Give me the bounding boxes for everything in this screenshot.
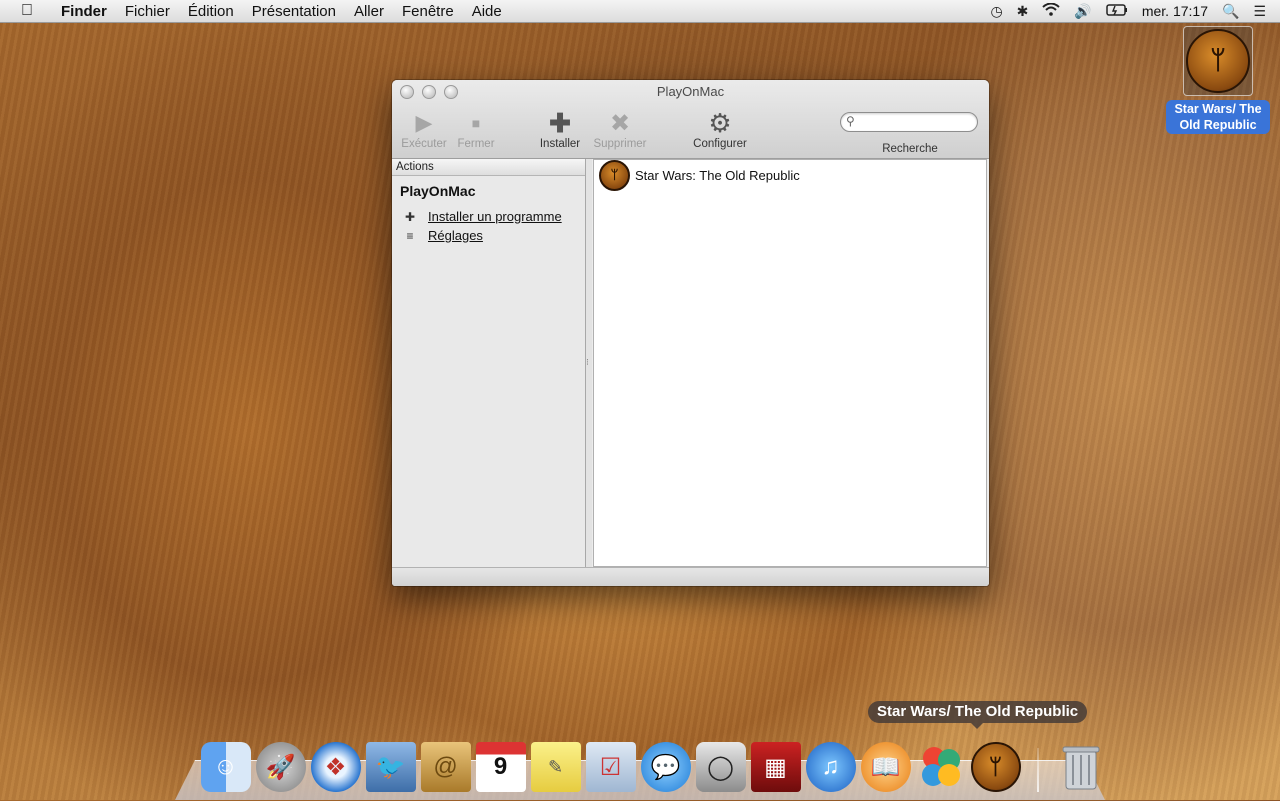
stop-icon: ■	[471, 115, 481, 131]
desktop-icon-image: ᛘ	[1183, 26, 1253, 96]
menu-bar:  Finder Fichier Édition Présentation Al…	[0, 0, 1280, 23]
facetime-icon[interactable]: ◯	[695, 742, 746, 792]
volume-icon[interactable]: 🔊	[1074, 3, 1091, 20]
install-button[interactable]: ✚ Installer	[536, 107, 584, 151]
photo-booth-icon[interactable]: ▦	[750, 742, 801, 792]
dock-separator	[1037, 748, 1039, 792]
itunes-icon[interactable]: ♫	[805, 742, 856, 792]
calendar-icon[interactable]: 9	[475, 742, 526, 792]
swtor-logo-icon: ᛘ	[599, 159, 630, 191]
remove-label: Supprimer	[593, 138, 647, 150]
play-icon: ▶	[415, 110, 433, 135]
spotlight-search-icon[interactable]: 🔍	[1222, 3, 1239, 20]
toolbar: ▶ Exécuter ■ Fermer ✚ Installer ✖ Suppri…	[392, 108, 989, 156]
search-input[interactable]	[861, 114, 973, 131]
contacts-icon[interactable]: @	[420, 742, 471, 792]
run-button[interactable]: ▶ Exécuter	[398, 108, 450, 150]
configure-label: Configurer	[693, 138, 747, 150]
wifi-icon[interactable]	[1042, 2, 1061, 19]
notification-center-icon[interactable]: ☰	[1253, 3, 1266, 20]
playonmac-window: PlayOnMac ▶ Exécuter ■ Fermer ✚ Installe…	[392, 80, 989, 586]
desktop-icon-label: Star Wars/ The Old Republic	[1166, 100, 1270, 134]
sidebar: Actions PlayOnMac ✚ Installer un program…	[392, 159, 586, 567]
sidebar-header: Actions	[392, 159, 585, 176]
messages-icon[interactable]: 💬	[640, 742, 691, 792]
close-label: Fermer	[457, 138, 495, 150]
window-title: PlayOnMac	[656, 84, 725, 99]
mail-icon[interactable]: 🐦	[365, 742, 416, 792]
swtor-dock-icon[interactable]: ᛘ	[970, 742, 1021, 792]
list-item[interactable]: ᛘ Star Wars: The Old Republic	[594, 159, 986, 191]
ibooks-icon[interactable]: 📖	[860, 742, 911, 792]
menubar-clock[interactable]: mer. 17:17	[1142, 3, 1208, 19]
sidebar-link-settings[interactable]: ≡ Réglages	[404, 228, 585, 243]
swtor-logo-icon: ᛘ	[970, 742, 1021, 792]
dock-tooltip: Star Wars/ The Old Republic	[868, 701, 1088, 729]
dock: ☺ 🚀 ❖ 🐦 @ 9 ✎ ☑ 💬 ◯ ▦ ♫ 📖 ᛘ	[198, 736, 1108, 792]
safari-icon[interactable]: ❖	[310, 742, 361, 792]
divider-grip-icon: ⁝	[586, 357, 589, 367]
time-machine-icon[interactable]: ◷	[990, 3, 1002, 20]
finder-icon[interactable]: ☺	[200, 742, 251, 792]
app-name: Star Wars: The Old Republic	[635, 167, 800, 183]
apps-list: ᛘ Star Wars: The Old Republic	[593, 159, 987, 567]
sidebar-link-settings-label[interactable]: Réglages	[428, 228, 483, 243]
search-label: Recherche	[882, 143, 938, 155]
run-label: Exécuter	[401, 138, 447, 150]
menu-aide[interactable]: Aide	[463, 3, 511, 20]
menu-aller[interactable]: Aller	[345, 3, 393, 20]
sidebar-title: PlayOnMac	[400, 183, 476, 199]
battery-icon[interactable]	[1106, 3, 1128, 19]
desktop-icon-swtor[interactable]: ᛘ Star Wars/ The Old Republic	[1166, 26, 1270, 134]
menu-fenetre[interactable]: Fenêtre	[393, 3, 463, 20]
launchpad-icon[interactable]: 🚀	[255, 742, 306, 792]
search-group: ⚲ Recherche	[840, 112, 980, 155]
window-titlebar[interactable]: PlayOnMac ▶ Exécuter ■ Fermer ✚ Installe…	[392, 80, 989, 159]
swtor-logo-icon: ᛘ	[1186, 29, 1250, 93]
plus-icon: ✚	[549, 107, 571, 138]
close-button[interactable]: ■ Fermer	[452, 108, 500, 150]
configure-button[interactable]: ⚙ Configurer	[688, 107, 752, 151]
reminders-icon[interactable]: ☑	[585, 742, 636, 792]
menu-edition[interactable]: Édition	[179, 3, 243, 20]
menu-finder[interactable]: Finder	[52, 3, 116, 20]
apple-menu-icon[interactable]: 	[18, 2, 36, 20]
x-icon: ✖	[609, 109, 631, 137]
remove-button[interactable]: ✖ Supprimer	[590, 108, 650, 151]
install-label: Installer	[539, 138, 581, 150]
search-field[interactable]: ⚲	[840, 112, 978, 132]
playonmac-icon[interactable]	[916, 742, 966, 792]
sidebar-link-install[interactable]: ✚ Installer un programme	[404, 209, 585, 224]
window-status-bar	[392, 567, 989, 586]
menu-presentation[interactable]: Présentation	[243, 3, 345, 20]
trash-icon[interactable]	[1056, 742, 1106, 792]
magnifier-icon: ⚲	[846, 114, 855, 128]
menu-fichier[interactable]: Fichier	[116, 3, 179, 20]
split-view-divider[interactable]: ⁝	[586, 159, 592, 567]
plus-icon: ✚	[404, 209, 416, 224]
sidebar-link-install-label[interactable]: Installer un programme	[428, 209, 562, 224]
settings-list-icon: ≡	[406, 228, 414, 243]
notes-icon[interactable]: ✎	[530, 742, 581, 792]
bluetooth-icon[interactable]: ✱	[1017, 3, 1029, 20]
gear-icon: ⚙	[708, 107, 732, 138]
